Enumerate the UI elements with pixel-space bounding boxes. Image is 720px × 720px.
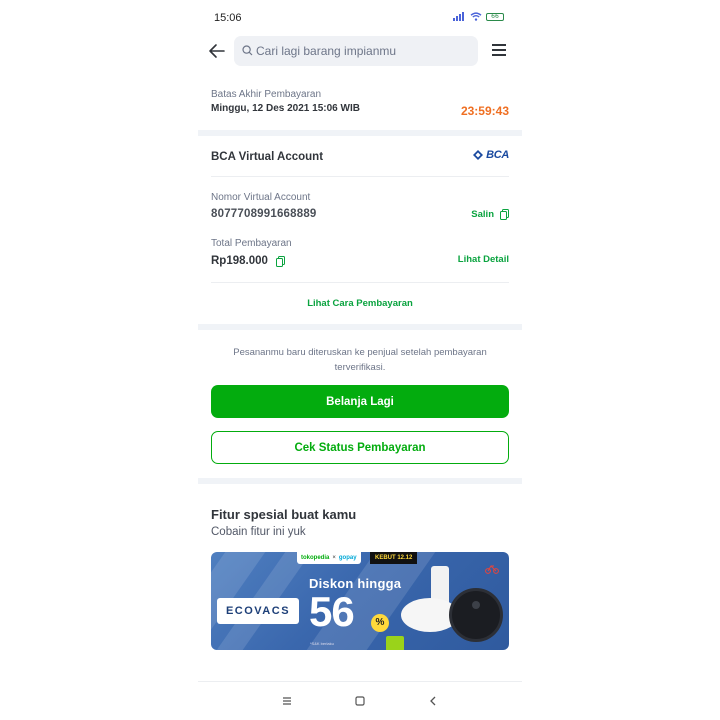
- promo-banner[interactable]: tokopedia × gopay KEBUT 12.12 Diskon hin…: [211, 552, 509, 650]
- status-time: 15:06: [214, 12, 242, 24]
- status-icons: 66: [453, 12, 504, 21]
- phone-screen: 15:06 66 Bata: [198, 0, 522, 720]
- bank-title: BCA Virtual Account: [211, 151, 324, 163]
- total-amount-row: Rp198.000: [211, 255, 285, 267]
- search-input[interactable]: [256, 36, 474, 66]
- verification-note: Pesananmu baru diteruskan ke penjual set…: [233, 347, 487, 373]
- section-divider: [198, 130, 522, 136]
- bca-emblem-icon: [473, 150, 484, 160]
- banner-percent: %: [371, 614, 389, 632]
- gift-box-icon: [386, 636, 404, 650]
- payment-deadline: Batas Akhir Pembayaran Minggu, 12 Des 20…: [198, 80, 522, 130]
- arrow-left-icon[interactable]: [208, 42, 226, 60]
- partner-badge: tokopedia × gopay: [297, 552, 361, 564]
- hamburger-menu-icon[interactable]: [492, 44, 506, 58]
- payment-instructions-link[interactable]: Lihat Cara Pembayaran: [198, 298, 522, 309]
- navbar-divider: [198, 681, 522, 682]
- wifi-icon: [470, 12, 482, 21]
- robot-vacuum-black-image: [449, 588, 503, 642]
- shop-again-button[interactable]: Belanja Lagi: [211, 385, 509, 418]
- event-badge: KEBUT 12.12: [370, 552, 418, 564]
- status-bar: 15:06 66: [198, 0, 522, 34]
- banner-fineprint: *S&K berlaku: [310, 641, 334, 646]
- top-navigation: [198, 36, 522, 66]
- system-navigation-bar: [198, 688, 522, 714]
- recent-apps-icon[interactable]: [280, 694, 294, 708]
- ecovacs-logo: ECOVACS: [217, 598, 299, 624]
- bike-icon: [485, 565, 499, 574]
- partner-gopay: gopay: [338, 555, 357, 561]
- home-square-icon[interactable]: [353, 694, 367, 708]
- card-divider: [211, 176, 509, 177]
- section-divider: [198, 478, 522, 484]
- banner-discount: 56: [309, 588, 355, 635]
- bca-logo-text: BCA: [486, 149, 509, 161]
- search-icon: [242, 45, 253, 56]
- partner-tokopedia: tokopedia: [301, 555, 330, 561]
- copy-icon: [500, 209, 509, 220]
- chevron-left-icon[interactable]: [426, 694, 440, 708]
- deadline-date: Minggu, 12 Des 2021 15:06 WIB: [211, 103, 360, 114]
- check-status-button[interactable]: Cek Status Pembayaran: [211, 431, 509, 464]
- deadline-label: Batas Akhir Pembayaran: [211, 89, 322, 100]
- signal-icon: [453, 12, 466, 21]
- copy-va-button[interactable]: Salin: [471, 209, 509, 220]
- va-number: 8077708991668889: [211, 208, 317, 220]
- bca-logo: BCA: [472, 149, 509, 161]
- features-title: Fitur spesial buat kamu: [211, 507, 357, 522]
- see-detail-link[interactable]: Lihat Detail: [458, 254, 509, 265]
- total-label: Total Pembayaran: [211, 238, 292, 249]
- battery-icon: 66: [486, 12, 504, 21]
- section-divider: [198, 324, 522, 330]
- search-bar[interactable]: [234, 36, 478, 66]
- copy-label: Salin: [471, 209, 494, 220]
- card-divider: [211, 282, 509, 283]
- va-label: Nomor Virtual Account: [211, 192, 311, 203]
- copy-icon[interactable]: [275, 255, 285, 267]
- countdown-timer: 23:59:43: [460, 104, 509, 118]
- features-subtitle: Cobain fitur ini yuk: [211, 526, 306, 538]
- total-amount: Rp198.000: [211, 255, 268, 267]
